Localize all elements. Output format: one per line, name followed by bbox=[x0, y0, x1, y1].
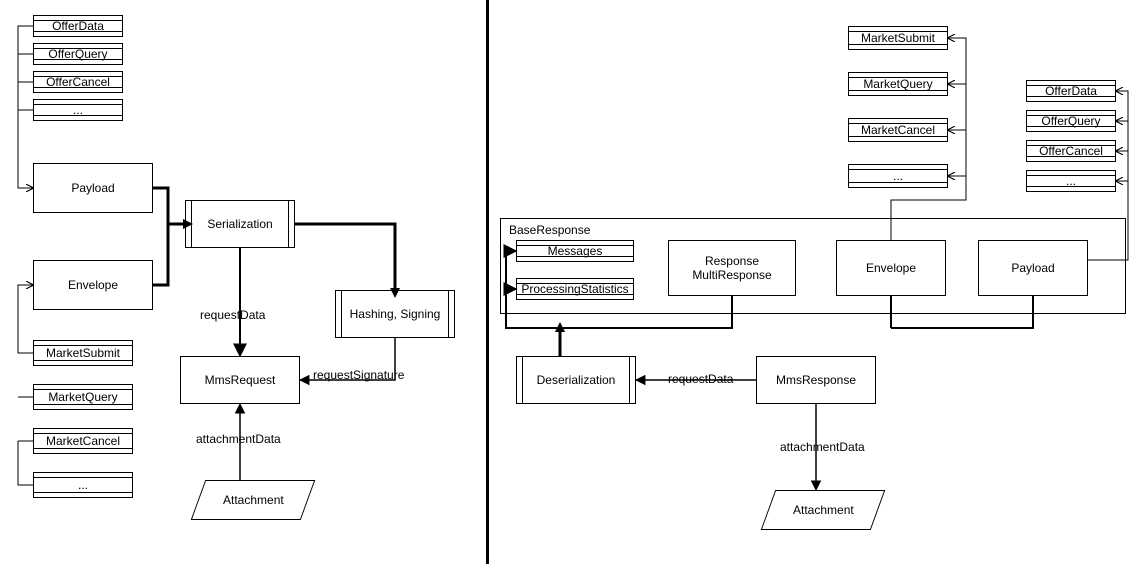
box-r-payload: Payload bbox=[978, 240, 1088, 296]
label: MmsRequest bbox=[205, 373, 276, 387]
label: Messages bbox=[548, 244, 603, 258]
label-attachmentdata-left: attachmentData bbox=[196, 432, 281, 446]
box-deserialization: Deserialization bbox=[516, 356, 636, 404]
label: Payload bbox=[1011, 261, 1054, 275]
label: OfferData bbox=[1045, 84, 1097, 98]
box-marketcancel: MarketCancel bbox=[33, 428, 133, 454]
label: Envelope bbox=[68, 278, 118, 292]
label: ... bbox=[1066, 174, 1076, 188]
label: Envelope bbox=[866, 261, 916, 275]
label-requestdata-right: requestData bbox=[668, 372, 733, 386]
box-hashing: Hashing, Signing bbox=[335, 290, 455, 338]
box-mmsresponse: MmsResponse bbox=[756, 356, 876, 404]
label: ... bbox=[893, 169, 903, 183]
box-r-offerdata: OfferData bbox=[1026, 80, 1116, 102]
box-marketquery: MarketQuery bbox=[33, 384, 133, 410]
label: Serialization bbox=[207, 217, 272, 231]
label: MarketCancel bbox=[46, 434, 120, 448]
box-offercancel: OfferCancel bbox=[33, 71, 123, 93]
label: Deserialization bbox=[537, 373, 616, 387]
label: Payload bbox=[71, 181, 114, 195]
box-r-marketcancel: MarketCancel bbox=[848, 118, 948, 142]
box-attachment: Attachment bbox=[191, 480, 316, 520]
label-requestsignature: requestSignature bbox=[313, 368, 404, 382]
box-r-offer-more: ... bbox=[1026, 170, 1116, 192]
box-r-offercancel: OfferCancel bbox=[1026, 140, 1116, 162]
label: MmsResponse bbox=[776, 373, 856, 387]
label: MarketQuery bbox=[863, 77, 932, 91]
label: MarketQuery bbox=[48, 390, 117, 404]
box-offerquery: OfferQuery bbox=[33, 43, 123, 65]
label: OfferQuery bbox=[48, 47, 107, 61]
label: OfferCancel bbox=[1039, 144, 1103, 158]
label: Hashing, Signing bbox=[350, 307, 441, 321]
box-r-marketquery: MarketQuery bbox=[848, 72, 948, 96]
box-marketsubmit: MarketSubmit bbox=[33, 340, 133, 366]
label-requestdata-left: requestData bbox=[200, 308, 265, 322]
vertical-divider bbox=[486, 0, 489, 564]
box-r-offerquery: OfferQuery bbox=[1026, 110, 1116, 132]
label: MarketCancel bbox=[861, 123, 935, 137]
label: ... bbox=[73, 103, 83, 117]
label: MarketSubmit bbox=[861, 31, 935, 45]
box-offerdata: OfferData bbox=[33, 15, 123, 37]
box-procstats: ProcessingStatistics bbox=[516, 278, 634, 300]
label: OfferCancel bbox=[46, 75, 110, 89]
box-r-marketsubmit: MarketSubmit bbox=[848, 26, 948, 50]
box-response-multi: Response MultiResponse bbox=[668, 240, 796, 296]
box-serialization: Serialization bbox=[185, 200, 295, 248]
box-r-market-more: ... bbox=[848, 164, 948, 188]
box-messages: Messages bbox=[516, 240, 634, 262]
label: Attachment bbox=[223, 493, 284, 507]
box-envelope: Envelope bbox=[33, 260, 153, 310]
label: OfferData bbox=[52, 19, 104, 33]
box-r-attachment: Attachment bbox=[761, 490, 886, 530]
label: Response MultiResponse bbox=[692, 254, 771, 282]
label: Attachment bbox=[793, 503, 854, 517]
label: ... bbox=[78, 478, 88, 492]
diagram-canvas: OfferData OfferQuery OfferCancel ... Pay… bbox=[0, 0, 1136, 564]
box-r-envelope: Envelope bbox=[836, 240, 946, 296]
box-payload: Payload bbox=[33, 163, 153, 213]
box-mmsrequest: MmsRequest bbox=[180, 356, 300, 404]
box-offer-more: ... bbox=[33, 99, 123, 121]
label-attachmentdata-right: attachmentData bbox=[780, 440, 865, 454]
box-market-more: ... bbox=[33, 472, 133, 498]
label: ProcessingStatistics bbox=[521, 282, 628, 296]
label: OfferQuery bbox=[1041, 114, 1100, 128]
label-baseresponse: BaseResponse bbox=[509, 223, 590, 237]
label: MarketSubmit bbox=[46, 346, 120, 360]
